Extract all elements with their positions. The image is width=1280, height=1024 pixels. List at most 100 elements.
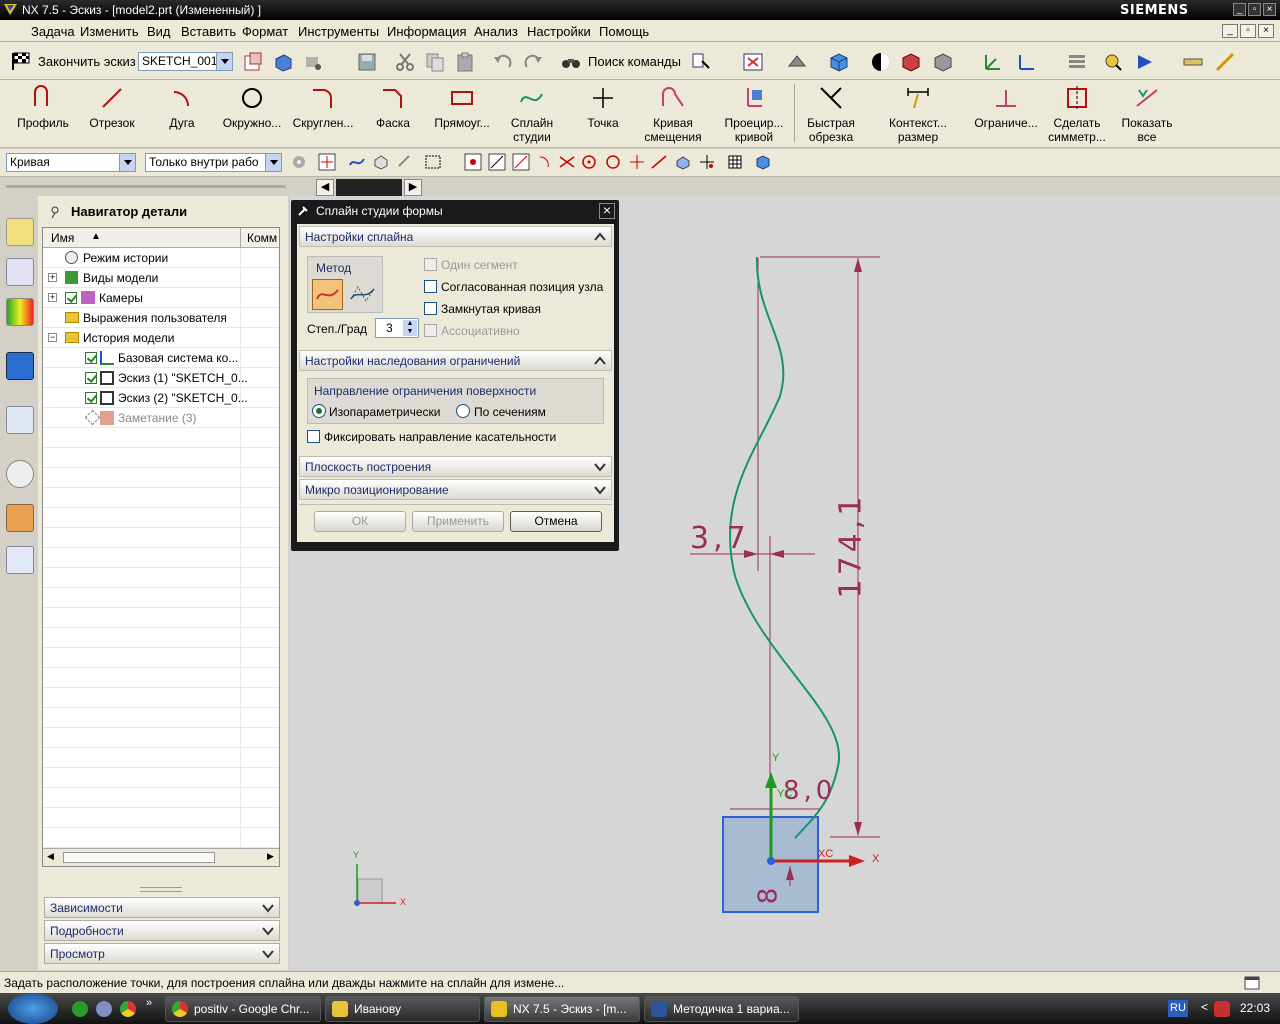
status-window-icon[interactable]: [1244, 975, 1260, 991]
collapse-icon[interactable]: −: [48, 333, 57, 342]
profile-button[interactable]: Профиль: [8, 82, 78, 146]
rectangle-select-icon[interactable]: [424, 153, 442, 171]
chevron-up-icon[interactable]: [593, 354, 607, 368]
snap-icon[interactable]: [1134, 51, 1156, 73]
chevron-down-icon[interactable]: [593, 483, 607, 497]
panel-preview[interactable]: Просмотр: [44, 943, 280, 964]
constraints-button[interactable]: Ограниче...: [970, 82, 1042, 146]
restore-icon[interactable]: ▫: [1248, 3, 1261, 16]
matched-knot-checkbox[interactable]: [424, 280, 437, 293]
snap-intersection-icon[interactable]: [558, 153, 576, 171]
mdi-close-icon[interactable]: ×: [1258, 24, 1274, 38]
arc-button[interactable]: Дуга: [150, 82, 214, 146]
save-icon[interactable]: [356, 51, 378, 73]
command-search-button[interactable]: Поиск команды: [588, 54, 681, 69]
task-folder[interactable]: Иванову: [325, 996, 480, 1022]
studio-spline-button[interactable]: Сплайн студии: [500, 82, 564, 146]
scrollbar-thumb[interactable]: [63, 852, 215, 863]
snap-point-icon[interactable]: [318, 153, 336, 171]
view-cube-icon[interactable]: [754, 153, 772, 171]
column-comment-header[interactable]: Комм: [247, 231, 277, 245]
through-points-icon[interactable]: [312, 279, 343, 310]
csys-icon[interactable]: [1016, 51, 1038, 73]
tree-row-model-history[interactable]: − История модели: [43, 328, 279, 348]
reuse-library-icon[interactable]: [6, 352, 34, 380]
red-cube-icon[interactable]: [900, 51, 922, 73]
scroll-left-icon[interactable]: ◀: [316, 179, 334, 196]
spin-down-icon[interactable]: ▼: [403, 328, 417, 336]
tree-row-history-mode[interactable]: Режим истории: [43, 248, 279, 268]
select-body-icon[interactable]: [372, 153, 390, 171]
finish-sketch-button[interactable]: Закончить эскиз: [38, 54, 136, 69]
tree-row-datum-csys[interactable]: Базовая система ко...: [43, 348, 279, 368]
binoculars-icon[interactable]: [560, 51, 582, 73]
check-icon[interactable]: [65, 292, 77, 304]
redo-icon[interactable]: [522, 51, 544, 73]
associative-checkbox[interactable]: [424, 324, 437, 337]
ok-button[interactable]: ОК: [314, 511, 406, 532]
select-filter-icon[interactable]: [1102, 51, 1124, 73]
dialog-close-icon[interactable]: ×: [599, 203, 615, 219]
snap-endpoint-icon[interactable]: [464, 153, 482, 171]
scroll-left-icon[interactable]: ◀: [47, 851, 54, 862]
chevron-down-icon[interactable]: [261, 924, 275, 938]
quicklaunch-more-icon[interactable]: »: [146, 997, 152, 1009]
tree-row-sketch-2[interactable]: Эскиз (2) "SKETCH_0...: [43, 388, 279, 408]
inferred-dimension-button[interactable]: Контекст... размер: [882, 82, 954, 146]
section-constraint-inheritance[interactable]: Настройки наследования ограничений: [299, 350, 612, 371]
scroll-right-icon[interactable]: ▶: [404, 179, 422, 196]
utorrent-icon[interactable]: [72, 1001, 88, 1017]
expand-icon[interactable]: +: [48, 293, 57, 302]
undo-icon[interactable]: [492, 51, 514, 73]
fit-view-icon[interactable]: [742, 51, 764, 73]
dimension-width-label[interactable]: 3,7: [690, 521, 750, 556]
tree-row-model-views[interactable]: + Виды модели: [43, 268, 279, 288]
snap-on-surface-icon[interactable]: [674, 153, 692, 171]
analysis-icon[interactable]: [1214, 51, 1236, 73]
fix-tangent-checkbox[interactable]: [307, 430, 320, 443]
chevron-down-icon[interactable]: [216, 53, 232, 70]
minimize-icon[interactable]: _: [1233, 3, 1246, 16]
cut-icon[interactable]: [394, 51, 416, 73]
task-word[interactable]: Методичка 1 вариа...: [644, 996, 799, 1022]
snap-quadrant-icon[interactable]: [604, 153, 622, 171]
snap-midpoint-icon[interactable]: [488, 153, 506, 171]
pin-icon[interactable]: [48, 205, 62, 219]
grid-icon[interactable]: [726, 153, 744, 171]
close-icon[interactable]: ×: [1263, 3, 1276, 16]
dimension-small-label-2[interactable]: 8: [753, 888, 783, 905]
gray-cube-icon[interactable]: [932, 51, 954, 73]
dialog-pin-icon[interactable]: [296, 204, 310, 218]
check-icon[interactable]: [85, 372, 97, 384]
line-button[interactable]: Отрезок: [80, 82, 144, 146]
offset-curve-button[interactable]: Кривая смещения: [638, 82, 708, 146]
snap-arc-center-icon[interactable]: [536, 153, 554, 171]
snap-on-curve-icon[interactable]: [650, 153, 668, 171]
dimension-height-label[interactable]: 174,1: [834, 493, 869, 599]
horizontal-scrollbar[interactable]: ◀ ▶: [43, 848, 279, 866]
menu-help[interactable]: Помощь: [599, 24, 649, 39]
gear-icon[interactable]: [290, 153, 308, 171]
apply-button[interactable]: Применить: [412, 511, 504, 532]
chevron-up-icon[interactable]: [593, 230, 607, 244]
expand-icon[interactable]: +: [48, 273, 57, 282]
measure-icon[interactable]: [1182, 51, 1204, 73]
snap-existing-point-icon[interactable]: [628, 153, 646, 171]
section-micro-positioning[interactable]: Микро позиционирование: [299, 479, 612, 500]
panel-details[interactable]: Подробности: [44, 920, 280, 941]
skype-icon[interactable]: [96, 1001, 112, 1017]
cancel-button[interactable]: Отмена: [510, 511, 602, 532]
chevron-down-icon[interactable]: [261, 947, 275, 961]
tree-row-user-expressions[interactable]: Выражения пользователя: [43, 308, 279, 328]
origin-point[interactable]: [767, 857, 775, 865]
tree-row-sketch-1[interactable]: Эскиз (1) "SKETCH_0...: [43, 368, 279, 388]
render-style-icon[interactable]: [786, 51, 808, 73]
menu-insert[interactable]: Вставить: [181, 24, 236, 39]
menu-view[interactable]: Вид: [147, 24, 171, 39]
chamfer-button[interactable]: Фаска: [360, 82, 426, 146]
snap-bounded-icon[interactable]: [698, 153, 716, 171]
tree-row-cameras[interactable]: + Камеры: [43, 288, 279, 308]
scroll-right-icon[interactable]: ▶: [267, 851, 274, 862]
mdi-minimize-icon[interactable]: _: [1222, 24, 1238, 38]
curve-rule-icon[interactable]: [348, 153, 366, 171]
